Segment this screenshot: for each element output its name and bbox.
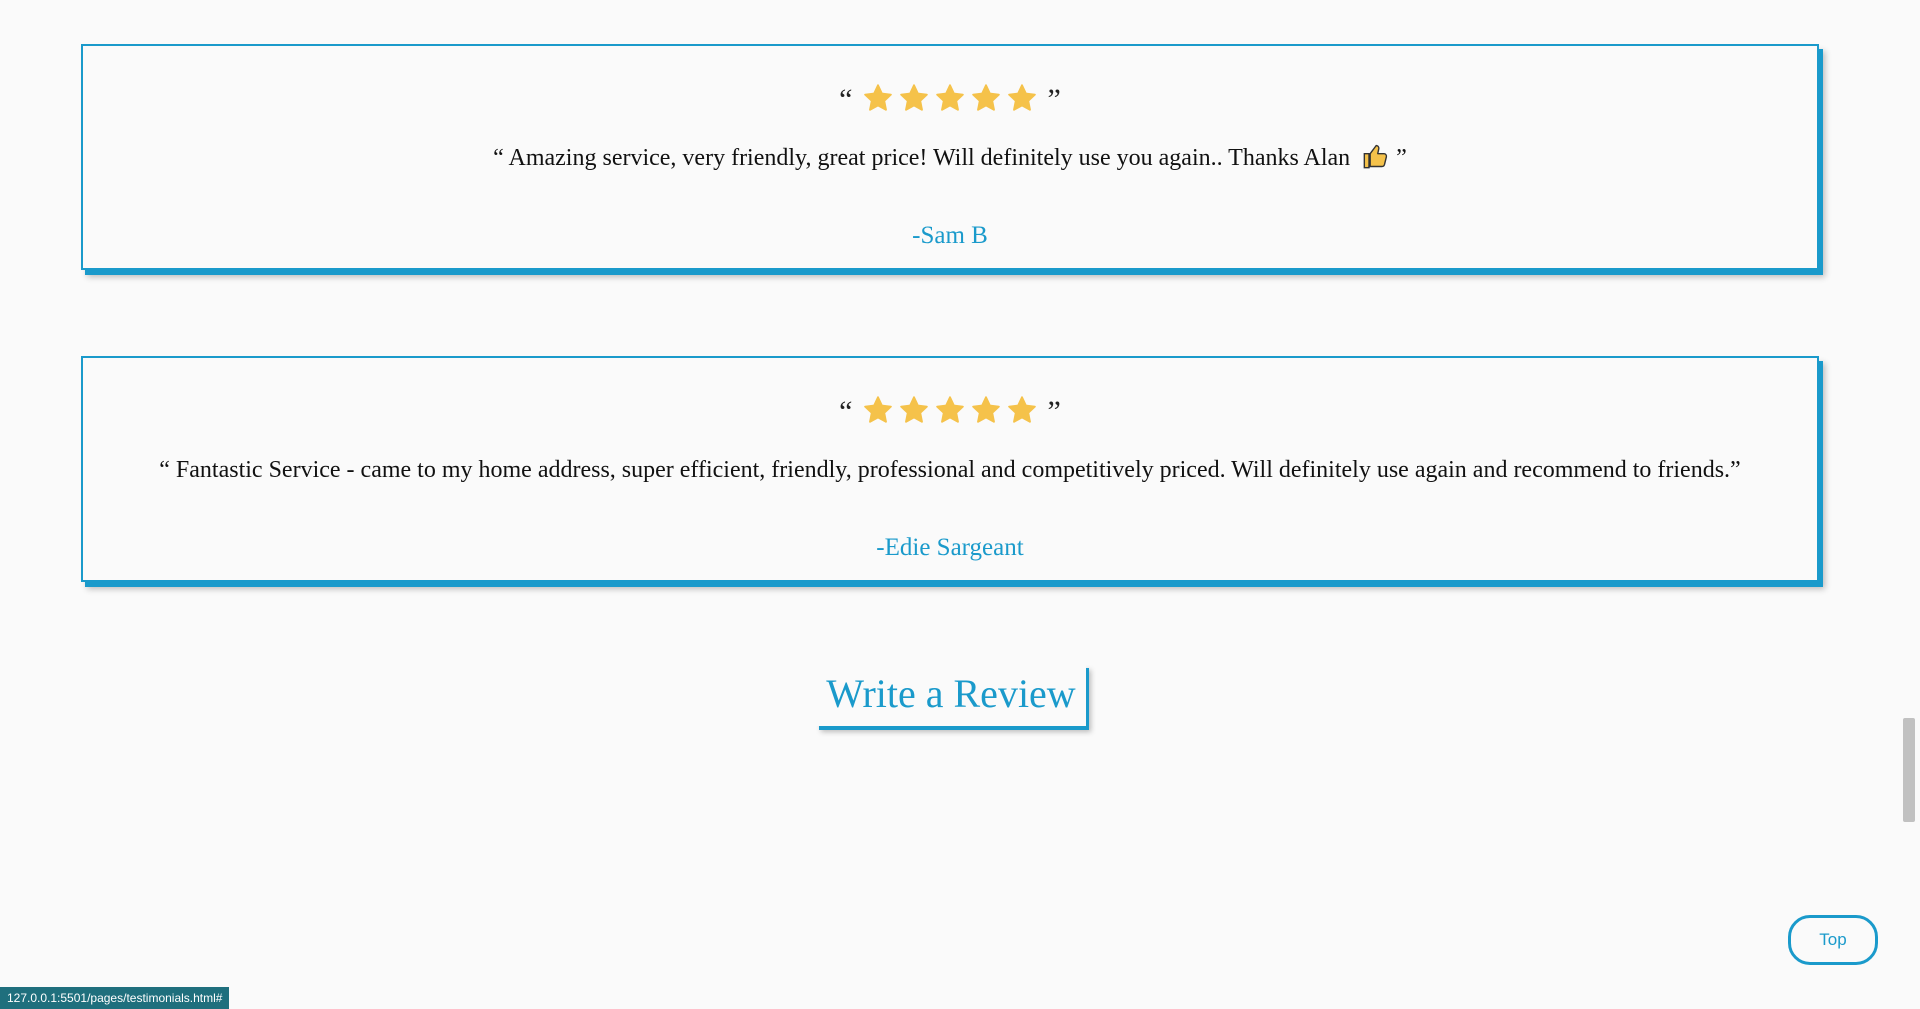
quote-text: “ Amazing service, very friendly, great … <box>493 145 1351 171</box>
testimonial-author: -Sam B <box>912 222 988 249</box>
quote-end: ” <box>1396 145 1407 171</box>
testimonial-card: “ ” “ Amazing service, very friendly, gr… <box>81 44 1819 270</box>
star-icon <box>1008 396 1036 423</box>
star-icon <box>864 84 892 111</box>
testimonial-quote: “ Fantastic Service - came to my home ad… <box>83 454 1817 486</box>
scrollbar-thumb[interactable] <box>1903 718 1915 822</box>
star-icon <box>900 396 928 423</box>
quote-text: “ Fantastic Service - came to my home ad… <box>159 457 1741 483</box>
star-icon <box>864 396 892 423</box>
star-icon <box>900 84 928 111</box>
close-quote: ” <box>1047 395 1061 428</box>
star-icon <box>936 396 964 423</box>
testimonial-card: “ ” “ Fantastic Service - came to my hom… <box>81 356 1819 582</box>
star-icon <box>1008 84 1036 111</box>
star-icon <box>972 84 1000 111</box>
star-icon <box>972 396 1000 423</box>
close-quote: ” <box>1047 83 1061 116</box>
testimonial-quote: “ Amazing service, very friendly, great … <box>83 142 1817 174</box>
write-review-button[interactable]: Write a Review <box>816 664 1086 726</box>
star-rating <box>860 395 1040 428</box>
star-icon <box>936 84 964 111</box>
testimonials-page: “ ” “ Amazing service, very friendly, gr… <box>0 0 1920 1009</box>
rating-row: “ ” <box>83 392 1817 432</box>
thumbs-up-icon <box>1363 144 1388 169</box>
open-quote: “ <box>839 395 853 428</box>
testimonial-author: -Edie Sargeant <box>876 534 1024 561</box>
back-to-top-button[interactable]: Top <box>1788 915 1878 965</box>
star-rating <box>860 83 1040 116</box>
status-bar-url: 127.0.0.1:5501/pages/testimonials.html# <box>0 987 230 1009</box>
rating-row: “ ” <box>83 80 1817 120</box>
open-quote: “ <box>839 83 853 116</box>
